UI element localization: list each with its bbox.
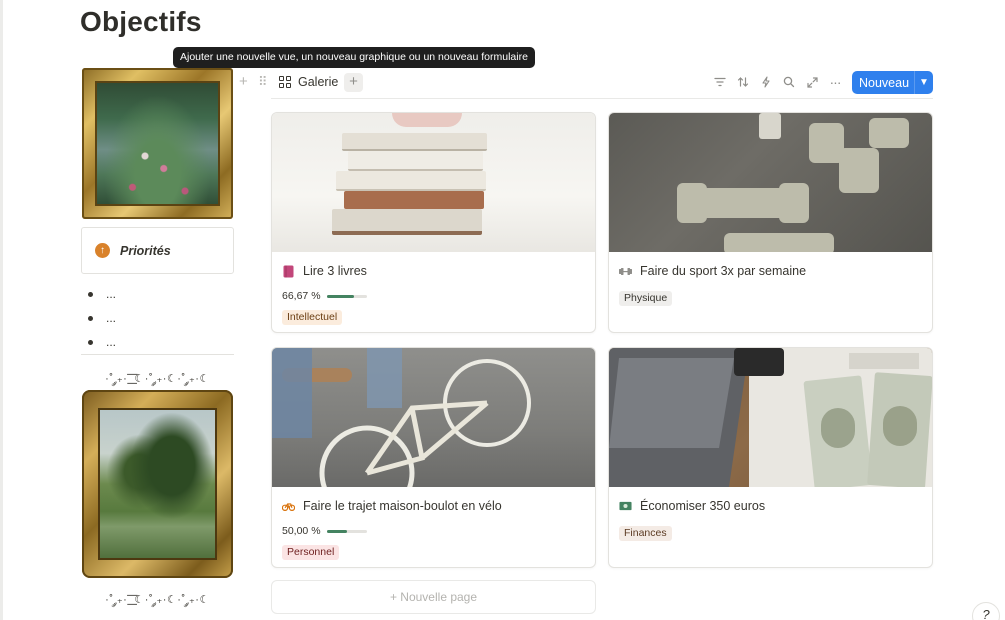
callout-text: Priorités	[120, 243, 171, 258]
landscape-painting	[82, 390, 233, 578]
tag-badge: Finances	[619, 526, 672, 541]
water-lilies-painting	[82, 68, 233, 219]
new-page-button[interactable]: + Nouvelle page	[271, 580, 596, 614]
tag-badge: Personnel	[282, 545, 340, 560]
card-title: Économiser 350 euros	[640, 499, 766, 513]
progress-bar	[327, 294, 367, 298]
new-button-label: Nouveau	[859, 75, 910, 90]
gallery-card[interactable]: Économiser 350 euros Finances	[608, 347, 933, 568]
progress-text: 66,67 %	[282, 290, 321, 302]
tag-badge: Intellectuel	[282, 310, 343, 325]
progress-row: 66,67 %	[282, 289, 585, 303]
drag-handle-icon[interactable]: ⠿	[258, 74, 268, 90]
list-item[interactable]: ...	[88, 282, 116, 306]
gallery-icon	[279, 76, 291, 88]
add-block-icon[interactable]: +	[239, 74, 248, 90]
priorities-callout[interactable]: ↑ Priorités	[81, 227, 234, 274]
tab-label: Galerie	[298, 75, 339, 89]
progress-text: 50,00 %	[282, 525, 321, 537]
expand-icon[interactable]	[804, 74, 820, 90]
add-view-tooltip: Ajouter une nouvelle vue, un nouveau gra…	[173, 47, 535, 68]
card-title: Faire le trajet maison-boulot en vélo	[303, 499, 502, 513]
lightning-icon[interactable]	[758, 74, 774, 90]
bicycle-icon	[282, 500, 295, 513]
page-title: Objectifs	[80, 6, 202, 37]
moon-ornament-bottom: ·˚ ༘₊· ͟͟͞͞ ☾·˚ ༘₊·☾·˚ ༘₊·☾	[105, 594, 210, 606]
list-item[interactable]: ...	[88, 330, 116, 354]
gallery-card[interactable]: Faire le trajet maison-boulot en vélo 50…	[271, 347, 596, 568]
card-title: Faire du sport 3x par semaine	[640, 264, 807, 278]
bicycle-cover-image	[272, 348, 595, 487]
sort-icon[interactable]	[735, 74, 751, 90]
arrow-up-circle-icon: ↑	[95, 243, 110, 258]
card-title: Lire 3 livres	[303, 264, 367, 278]
bullet-list: ... ... ...	[88, 282, 116, 354]
progress-bar	[327, 529, 367, 533]
progress-row: 50,00 %	[282, 524, 585, 538]
book-icon	[282, 265, 295, 278]
filter-icon[interactable]	[712, 74, 728, 90]
tab-galerie[interactable]: Galerie	[279, 73, 338, 91]
new-button[interactable]: Nouveau ▼	[852, 71, 933, 94]
toolbar-divider	[271, 98, 933, 99]
books-cover-image	[272, 113, 595, 252]
tag-badge: Physique	[619, 291, 673, 306]
more-icon[interactable]: ···	[827, 74, 843, 90]
gallery-card[interactable]: Lire 3 livres 66,67 % Intellectuel	[271, 112, 596, 333]
help-icon[interactable]: ?	[972, 602, 1000, 620]
divider	[81, 354, 234, 355]
window-edge	[0, 0, 3, 620]
gallery-card[interactable]: Faire du sport 3x par semaine Physique	[608, 112, 933, 333]
list-item[interactable]: ...	[88, 306, 116, 330]
add-view-button[interactable]: +	[344, 73, 363, 92]
banknote-icon	[619, 500, 632, 513]
money-cover-image	[609, 348, 932, 487]
search-icon[interactable]	[781, 74, 797, 90]
dumbbell-icon	[619, 265, 632, 278]
dumbbells-cover-image	[609, 113, 932, 252]
chevron-down-icon[interactable]: ▼	[915, 77, 933, 88]
